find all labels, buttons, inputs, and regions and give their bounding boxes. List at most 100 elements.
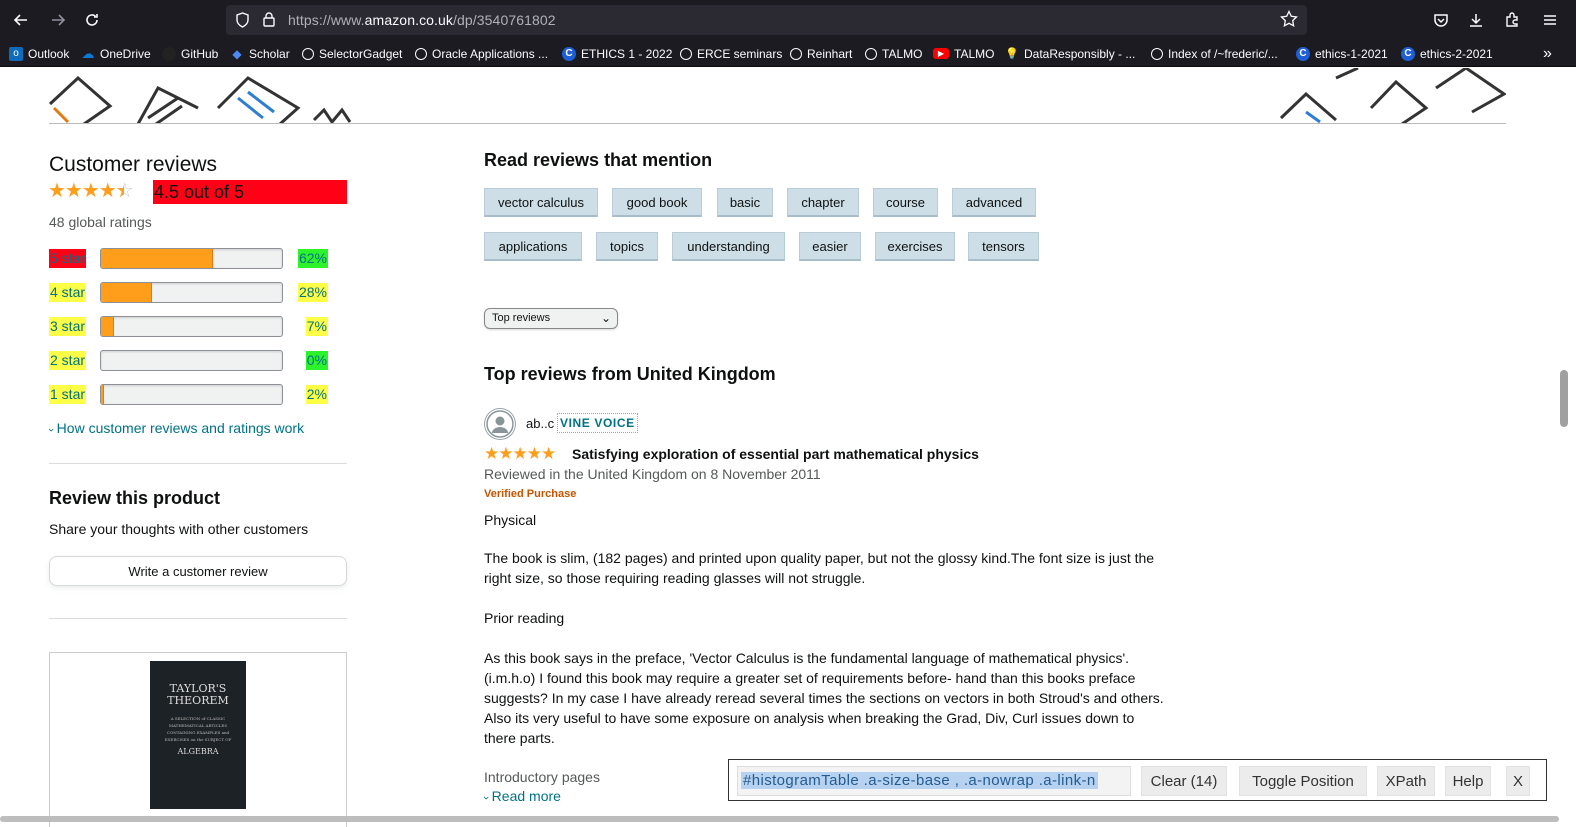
bookmark-item[interactable]: Oracle Applications ... xyxy=(415,45,548,62)
pocket-icon[interactable] xyxy=(1427,6,1455,34)
bookmark-item[interactable]: SelectorGadget xyxy=(302,45,402,62)
bookmark-item[interactable]: Reinhart xyxy=(790,45,852,62)
bookmark-item[interactable]: o Outlook xyxy=(9,45,69,62)
histogram-row[interactable]: 3 star 7% xyxy=(49,316,349,338)
histogram-percent[interactable]: 2% xyxy=(305,385,328,404)
c-icon: C xyxy=(1296,46,1310,61)
verified-purchase-badge[interactable]: Verified Purchase xyxy=(484,488,576,500)
review-paragraph: As this book says in the preface, 'Vecto… xyxy=(484,650,1164,746)
review-headline[interactable]: Satisfying exploration of essential part… xyxy=(572,446,979,462)
histogram-percent[interactable]: 62% xyxy=(297,249,328,268)
mention-tag[interactable]: applications xyxy=(484,232,582,261)
bookmark-item[interactable]: ☁ OneDrive xyxy=(81,45,151,62)
reload-icon[interactable] xyxy=(78,6,106,34)
histogram-bar[interactable] xyxy=(100,316,283,337)
url-text[interactable]: https://www.amazon.co.uk/dp/3540761802 xyxy=(288,12,556,28)
mention-tag[interactable]: exercises xyxy=(875,232,955,261)
globe-icon xyxy=(1151,47,1163,60)
rating-text[interactable]: 4.5 out of 5 xyxy=(153,180,347,204)
forward-icon[interactable] xyxy=(44,6,72,34)
shield-icon[interactable] xyxy=(235,12,250,33)
bookmark-item[interactable]: 💡 DataResponsibly - ... xyxy=(1005,45,1135,62)
globe-icon xyxy=(415,47,427,60)
mention-tag[interactable]: easier xyxy=(799,232,861,261)
lock-icon[interactable] xyxy=(262,11,276,33)
menu-icon[interactable] xyxy=(1536,6,1564,34)
book-cover[interactable]: TAYLOR'S THEOREM A SELECTION of CLASSIC … xyxy=(150,661,246,809)
histogram-row[interactable]: 5 star 62% xyxy=(49,248,349,270)
histogram-row[interactable]: 2 star 0% xyxy=(49,350,349,372)
back-icon[interactable] xyxy=(7,6,35,34)
mention-tag[interactable]: vector calculus xyxy=(484,188,598,217)
histogram-percent[interactable]: 0% xyxy=(305,351,328,370)
sort-dropdown[interactable]: Top reviews ⌄ xyxy=(484,308,618,329)
mention-tag[interactable]: good book xyxy=(612,188,702,217)
write-review-button[interactable]: Write a customer review xyxy=(49,556,347,586)
bookmark-item[interactable]: ERCE seminars xyxy=(680,45,782,62)
mention-tag[interactable]: advanced xyxy=(952,188,1036,217)
bookmark-item[interactable]: GitHub xyxy=(162,45,218,62)
histogram-bar-fill xyxy=(101,385,104,404)
bookmark-item[interactable]: ◆ Scholar xyxy=(230,45,289,62)
globe-icon xyxy=(680,47,692,60)
outlook-icon: o xyxy=(9,46,23,61)
vine-voice-badge[interactable]: VINE VOICE xyxy=(557,413,638,433)
bookmark-item[interactable]: Cethics-1-2021 xyxy=(1296,45,1388,62)
histogram-row[interactable]: 1 star 2% xyxy=(49,384,349,406)
histogram-bar[interactable] xyxy=(100,282,283,303)
bookmark-item[interactable]: Index of /~frederic/... xyxy=(1151,45,1278,62)
download-icon[interactable] xyxy=(1462,6,1490,34)
close-button[interactable]: X xyxy=(1506,766,1530,796)
selector-gadget-bar: #histogramTable .a-size-base , .a-nowrap… xyxy=(728,759,1547,801)
url-bar[interactable]: https://www.amazon.co.uk/dp/3540761802 xyxy=(226,5,1307,35)
mentions-title: Read reviews that mention xyxy=(484,150,713,170)
read-more-link[interactable]: ›Read more xyxy=(480,788,561,804)
mention-tag[interactable]: chapter xyxy=(787,188,859,217)
histogram-star-label[interactable]: 3 star xyxy=(49,317,87,336)
histogram-bar[interactable] xyxy=(100,248,283,269)
youtube-icon: ▶ xyxy=(933,48,949,59)
horizontal-scrollbar[interactable] xyxy=(0,816,1559,822)
bookmark-star-icon[interactable] xyxy=(1280,9,1298,33)
toggle-position-button[interactable]: Toggle Position xyxy=(1239,766,1367,796)
avatar xyxy=(484,408,516,440)
clear-button[interactable]: Clear (14) xyxy=(1141,766,1227,796)
cover-subtitle: A SELECTION of CLASSIC MATHEMATICAL ARTI… xyxy=(164,716,232,742)
histogram-row[interactable]: 4 star 28% xyxy=(49,282,349,304)
review-paragraph: The book is slim, (182 pages) and printe… xyxy=(484,550,1155,586)
selector-input[interactable]: #histogramTable .a-size-base , .a-nowrap… xyxy=(737,766,1131,796)
bookmark-item[interactable]: ▶ TALMO xyxy=(933,45,994,62)
globe-icon xyxy=(302,47,314,60)
help-button[interactable]: Help xyxy=(1445,766,1491,796)
xpath-button[interactable]: XPath xyxy=(1377,766,1435,796)
mention-tag[interactable]: tensors xyxy=(968,232,1039,261)
extensions-icon[interactable] xyxy=(1498,6,1526,34)
mention-tag[interactable]: understanding xyxy=(672,232,785,261)
banner-decoration-icon xyxy=(1279,68,1506,124)
book-card[interactable]: TAYLOR'S THEOREM A SELECTION of CLASSIC … xyxy=(49,652,347,827)
bookmark-item[interactable]: C ETHICS 1 - 2022 xyxy=(562,45,672,62)
bookmark-item[interactable]: Cethics-2-2021 xyxy=(1401,45,1493,62)
histogram-star-label[interactable]: 5 star xyxy=(49,249,87,268)
histogram-star-label[interactable]: 1 star xyxy=(49,385,87,404)
histogram-star-label[interactable]: 2 star xyxy=(49,351,87,370)
vertical-scrollbar[interactable] xyxy=(1560,370,1568,427)
chevron-down-icon: › xyxy=(479,796,492,800)
more-bookmarks-icon[interactable]: » xyxy=(1543,45,1552,62)
how-reviews-work-link[interactable]: ›How customer reviews and ratings work xyxy=(45,420,304,436)
mention-tag[interactable]: course xyxy=(873,188,938,217)
histogram-bar[interactable] xyxy=(100,350,283,371)
review-author[interactable]: ab..c xyxy=(526,416,554,431)
scholar-icon: ◆ xyxy=(232,46,242,61)
mention-tag[interactable]: topics xyxy=(596,232,658,261)
histogram-bar-fill xyxy=(101,249,214,268)
divider xyxy=(49,463,347,464)
histogram-star-label[interactable]: 4 star xyxy=(49,283,87,302)
bulb-icon: 💡 xyxy=(1005,48,1019,60)
bookmark-item[interactable]: TALMO xyxy=(865,45,922,62)
review-stars-icon[interactable]: ★★★★★ xyxy=(484,444,556,464)
histogram-bar[interactable] xyxy=(100,384,283,405)
histogram-percent[interactable]: 7% xyxy=(305,317,328,336)
histogram-percent[interactable]: 28% xyxy=(297,283,328,302)
mention-tag[interactable]: basic xyxy=(717,188,773,217)
